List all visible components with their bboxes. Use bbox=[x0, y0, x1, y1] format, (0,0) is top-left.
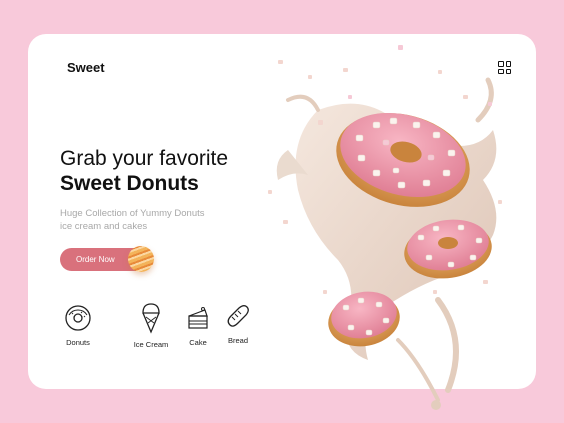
hero-subtitle: Huge Collection of Yummy Donuts ice crea… bbox=[60, 207, 230, 233]
ice-cream-icon bbox=[142, 303, 160, 334]
hero-subtitle-line1: Huge Collection of Yummy Donuts bbox=[60, 208, 205, 219]
hero-title-line1: Grab your favorite bbox=[60, 147, 229, 170]
cake-icon bbox=[188, 307, 208, 329]
category-label: Donuts bbox=[66, 338, 90, 347]
category-ice-cream[interactable]: Ice Cream bbox=[131, 302, 171, 349]
donut-ball-icon bbox=[128, 246, 154, 272]
donut-splash-illustration bbox=[268, 45, 502, 410]
brand-logo[interactable]: Sweet bbox=[67, 60, 105, 75]
category-donuts[interactable]: Donuts bbox=[58, 304, 98, 347]
hero-subtitle-line2: ice cream and cakes bbox=[60, 221, 148, 232]
donut-icon bbox=[65, 305, 91, 331]
hero-title-line2: Sweet Donuts bbox=[60, 172, 199, 195]
